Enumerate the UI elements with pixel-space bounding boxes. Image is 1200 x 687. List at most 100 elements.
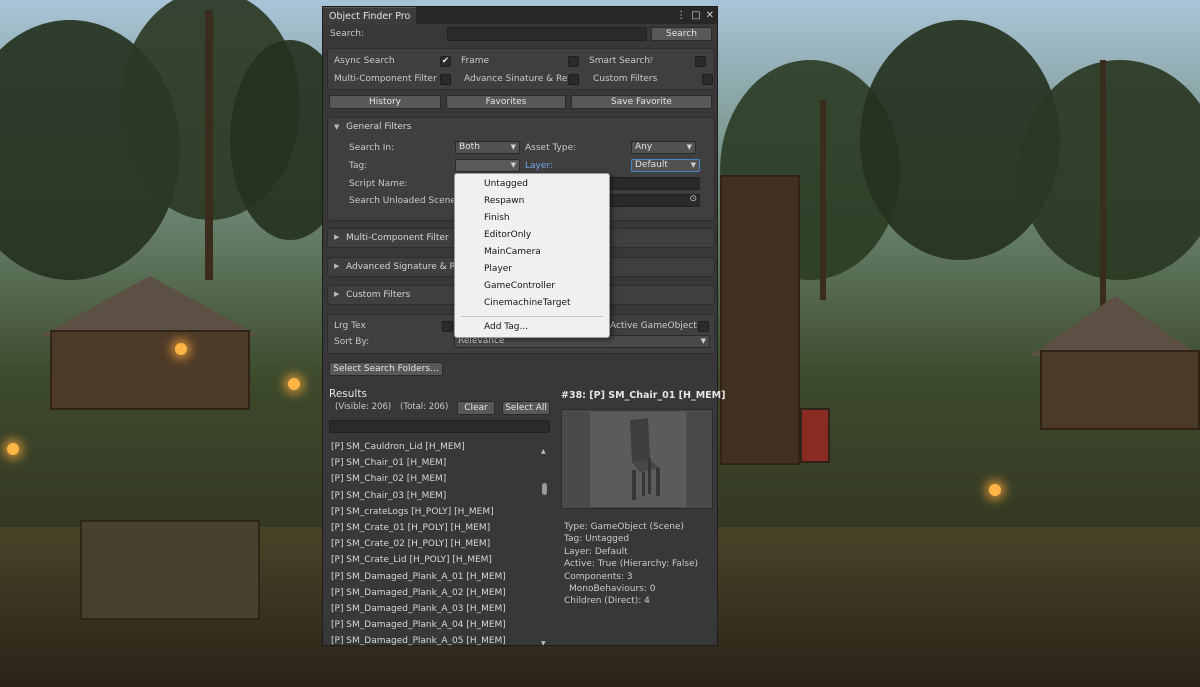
results-total-count: (Total: 206) — [400, 402, 449, 412]
menu-item-player[interactable]: Player — [484, 264, 512, 274]
multi-component-filter-checkbox[interactable] — [440, 74, 451, 85]
history-button[interactable]: History — [329, 95, 441, 109]
detail-type: Type: GameObject (Scene) — [564, 522, 684, 532]
maximize-icon[interactable]: □ — [691, 9, 700, 22]
dropdown-caret-icon: ▼ — [700, 337, 706, 345]
details-title: #38: [P] SM_Chair_01 [H_MEM] — [561, 390, 726, 401]
result-list-item[interactable]: [P] SM_Damaged_Plank_A_05 [H_MEM] — [331, 636, 506, 646]
smart-search-checkbox[interactable] — [695, 56, 706, 67]
custom-filters-label: Custom Filters — [593, 74, 658, 84]
result-list-item[interactable]: [P] SM_Damaged_Plank_A_01 [H_MEM] — [331, 572, 506, 582]
save-favorite-button[interactable]: Save Favorite — [571, 95, 712, 109]
advance-signature-checkbox[interactable] — [568, 74, 579, 85]
result-list-item[interactable]: [P] SM_Crate_01 [H_POLY] [H_MEM] — [331, 523, 490, 533]
search-in-label: Search In: — [349, 143, 395, 153]
kebab-menu-icon[interactable]: ⋮ — [676, 9, 686, 22]
chevron-right-icon: ▶ — [334, 262, 340, 270]
lrg-tex-checkbox[interactable] — [442, 321, 453, 332]
layer-label: Layer: — [525, 161, 553, 171]
target-picker-icon[interactable]: ⊙ — [689, 194, 697, 204]
detail-monobehaviours: MonoBehaviours: 0 — [569, 584, 656, 594]
async-search-label: Async Search — [334, 56, 395, 66]
help-icon[interactable]: ? — [649, 56, 653, 65]
menu-item-respawn[interactable]: Respawn — [484, 196, 524, 206]
results-filter-input[interactable] — [329, 420, 550, 433]
search-label: Search: — [330, 29, 364, 39]
result-list-item[interactable]: [P] SM_Chair_03 [H_MEM] — [331, 491, 446, 501]
clear-button[interactable]: Clear — [457, 401, 495, 415]
dropdown-caret-icon: ▼ — [510, 143, 516, 151]
scrollbar-thumb[interactable] — [542, 483, 547, 495]
advance-signature-label: Advance Sinature & Ref — [464, 74, 571, 84]
frame-label: Frame — [461, 56, 490, 66]
dropdown-caret-icon: ▼ — [510, 161, 516, 169]
tag-dropdown-menu: Untagged Respawn Finish EditorOnly MainCamer… — [454, 173, 610, 338]
window-title-tab[interactable]: Object Finder Pro — [323, 7, 417, 24]
chair-preview-icon — [630, 418, 660, 500]
menu-separator — [461, 316, 603, 317]
dropdown-caret-icon: ▼ — [690, 161, 696, 169]
result-list-item[interactable]: [P] SM_Damaged_Plank_A_02 [H_MEM] — [331, 588, 506, 598]
script-name-label: Script Name: — [349, 179, 408, 189]
search-button[interactable]: Search — [651, 27, 712, 41]
layer-dropdown[interactable]: Default ▼ — [631, 159, 700, 172]
dropdown-caret-icon: ▼ — [686, 143, 692, 151]
result-list-item[interactable]: [P] SM_Chair_02 [H_MEM] — [331, 474, 446, 484]
detail-active: Active: True (Hierarchy: False) — [564, 559, 699, 569]
chevron-right-icon: ▶ — [334, 233, 340, 241]
results-visible-count: (Visible: 206) — [335, 402, 392, 412]
scroll-down-icon[interactable]: ▼ — [541, 640, 546, 647]
search-unloaded-scene-label: Search Unloaded Scene — [349, 196, 456, 206]
menu-item-finish[interactable]: Finish — [484, 213, 510, 223]
asset-preview — [561, 409, 713, 509]
result-list-item[interactable]: [P] SM_Crate_Lid [H_POLY] [H_MEM] — [331, 555, 492, 565]
async-search-checkbox[interactable]: ✔ — [440, 56, 451, 67]
scroll-up-icon[interactable]: ▲ — [541, 448, 546, 455]
results-title: Results — [329, 388, 367, 400]
chevron-right-icon: ▶ — [334, 290, 340, 298]
preview-image — [590, 412, 686, 507]
search-input[interactable] — [447, 27, 647, 41]
search-in-dropdown[interactable]: Both ▼ — [455, 141, 520, 154]
menu-item-gamecontroller[interactable]: GameController — [484, 281, 555, 291]
active-gameobject-label: Active GameObject — [610, 321, 697, 331]
detail-tag: Tag: Untagged — [564, 534, 630, 544]
result-list-item[interactable]: [P] SM_Chair_01 [H_MEM] — [331, 458, 446, 468]
result-list-item[interactable]: [P] SM_Crate_02 [H_POLY] [H_MEM] — [331, 539, 490, 549]
multi-component-filter-label: Multi-Component Filter — [334, 74, 437, 84]
options-box: Async Search ✔ Frame Smart Search ? Mult… — [327, 48, 715, 90]
chevron-down-icon[interactable]: ▼ — [334, 123, 339, 131]
general-filters-header[interactable]: General Filters — [346, 122, 411, 132]
tag-dropdown[interactable]: ▼ — [455, 159, 520, 172]
asset-type-label: Asset Type: — [525, 143, 577, 153]
detail-layer: Layer: Default — [564, 547, 628, 557]
menu-item-untagged[interactable]: Untagged — [484, 179, 528, 189]
results-scrollbar[interactable]: ▲ ▼ — [540, 448, 549, 647]
menu-item-editoronly[interactable]: EditorOnly — [484, 230, 531, 240]
result-list-item[interactable]: [P] SM_Cauldron_Lid [H_MEM] — [331, 442, 465, 452]
sort-by-label: Sort By: — [334, 337, 370, 347]
select-all-button[interactable]: Select All — [502, 401, 550, 415]
asset-type-dropdown[interactable]: Any ▼ — [631, 141, 696, 154]
result-list-item[interactable]: [P] SM_crateLogs [H_POLY] [H_MEM] — [331, 507, 494, 517]
window-titlebar: Object Finder Pro ⋮ □ ✕ — [323, 7, 717, 24]
custom-filters-checkbox[interactable] — [702, 74, 713, 85]
smart-search-label: Smart Search — [589, 56, 651, 66]
tag-label: Tag: — [349, 161, 368, 171]
close-icon[interactable]: ✕ — [706, 9, 714, 22]
favorites-button[interactable]: Favorites — [446, 95, 566, 109]
detail-children: Children (Direct): 4 — [564, 596, 650, 606]
detail-components: Components: 3 — [564, 572, 633, 582]
menu-item-cinemachinetarget[interactable]: CinemachineTarget — [484, 298, 571, 308]
result-list-item[interactable]: [P] SM_Damaged_Plank_A_03 [H_MEM] — [331, 604, 506, 614]
custom-filters-header: Custom Filters — [346, 290, 411, 300]
menu-item-maincamera[interactable]: MainCamera — [484, 247, 541, 257]
multi-component-filter-header: Multi-Component Filter — [346, 233, 449, 243]
lrg-tex-label: Lrg Tex — [334, 321, 366, 331]
advanced-signature-header: Advanced Signature & Re — [346, 262, 461, 272]
menu-item-add-tag[interactable]: Add Tag... — [484, 322, 528, 332]
select-search-folders-button[interactable]: Select Search Folders... — [329, 362, 443, 376]
active-gameobject-checkbox[interactable] — [698, 321, 709, 332]
frame-checkbox[interactable] — [568, 56, 579, 67]
result-list-item[interactable]: [P] SM_Damaged_Plank_A_04 [H_MEM] — [331, 620, 506, 630]
